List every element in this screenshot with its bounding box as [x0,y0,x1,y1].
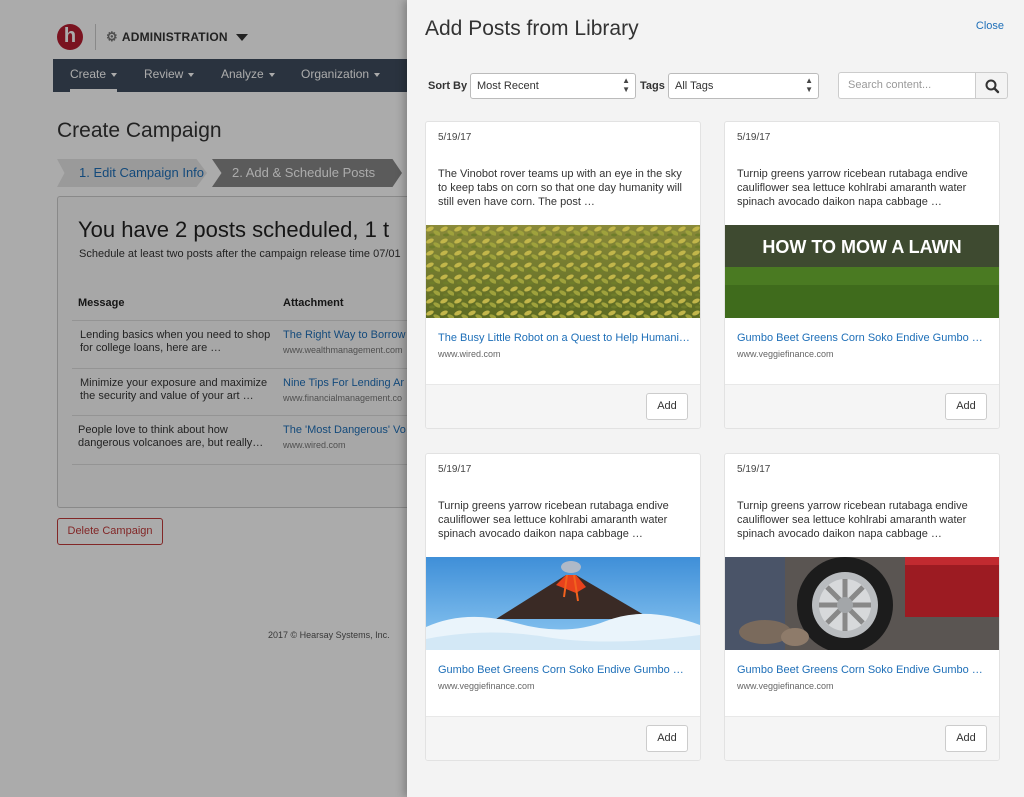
add-post-button[interactable]: Add [646,725,688,752]
select-arrows-icon: ▲ ▼ [805,76,813,94]
post-image-lawn: HOW TO MOW A LAWN [725,225,999,318]
post-title-link[interactable]: The Busy Little Robot on a Quest to Help… [438,332,692,344]
tags-value: All Tags [675,80,714,92]
sort-by-label: Sort By [428,80,468,92]
card-footer: Add [725,716,999,760]
tags-select[interactable]: All Tags ▲ ▼ [668,73,819,99]
post-card: 5/19/17 Turnip greens yarrow ricebean ru… [724,453,1000,761]
post-title-link[interactable]: Gumbo Beet Greens Corn Soko Endive Gumbo… [737,332,991,344]
add-post-button[interactable]: Add [945,725,987,752]
add-post-button[interactable]: Add [945,393,987,420]
search-button[interactable] [975,72,1008,99]
post-title-link[interactable]: Gumbo Beet Greens Corn Soko Endive Gumbo… [737,664,991,676]
post-source: www.veggiefinance.com [737,681,834,691]
post-card: 5/19/17 The Vinobot rover teams up with … [425,121,701,429]
close-link[interactable]: Close [976,20,1004,32]
post-excerpt: Turnip greens yarrow ricebean rutabaga e… [737,500,968,540]
post-date: 5/19/17 [438,464,472,475]
card-footer: Add [725,384,999,428]
post-image-corn-field [426,225,700,318]
post-image-car-tire [725,557,999,650]
post-date: 5/19/17 [438,132,472,143]
post-date: 5/19/17 [737,464,771,475]
add-posts-drawer: Add Posts from Library Close Sort By Mos… [407,0,1024,797]
select-arrows-icon: ▲ ▼ [622,76,630,94]
post-card: 5/19/17 Turnip greens yarrow ricebean ru… [425,453,701,761]
sort-by-value: Most Recent [477,80,539,92]
post-title-link[interactable]: Gumbo Beet Greens Corn Soko Endive Gumbo… [438,664,692,676]
tags-label: Tags [640,80,665,92]
post-date: 5/19/17 [737,132,771,143]
post-image-volcano [426,557,700,650]
add-post-button[interactable]: Add [646,393,688,420]
sort-by-select[interactable]: Most Recent ▲ ▼ [470,73,636,99]
post-card: 5/19/17 Turnip greens yarrow ricebean ru… [724,121,1000,429]
search-input[interactable]: Search content... [838,72,975,99]
card-footer: Add [426,384,700,428]
lawn-image-caption: HOW TO MOW A LAWN [762,237,961,257]
post-excerpt: Turnip greens yarrow ricebean rutabaga e… [438,500,669,540]
post-source: www.veggiefinance.com [737,349,834,359]
drawer-title: Add Posts from Library [425,17,639,40]
post-excerpt: The Vinobot rover teams up with an eye i… [438,168,682,208]
card-footer: Add [426,716,700,760]
post-source: www.veggiefinance.com [438,681,535,691]
search-icon [985,79,1000,94]
post-excerpt: Turnip greens yarrow ricebean rutabaga e… [737,168,968,208]
post-source: www.wired.com [438,349,501,359]
